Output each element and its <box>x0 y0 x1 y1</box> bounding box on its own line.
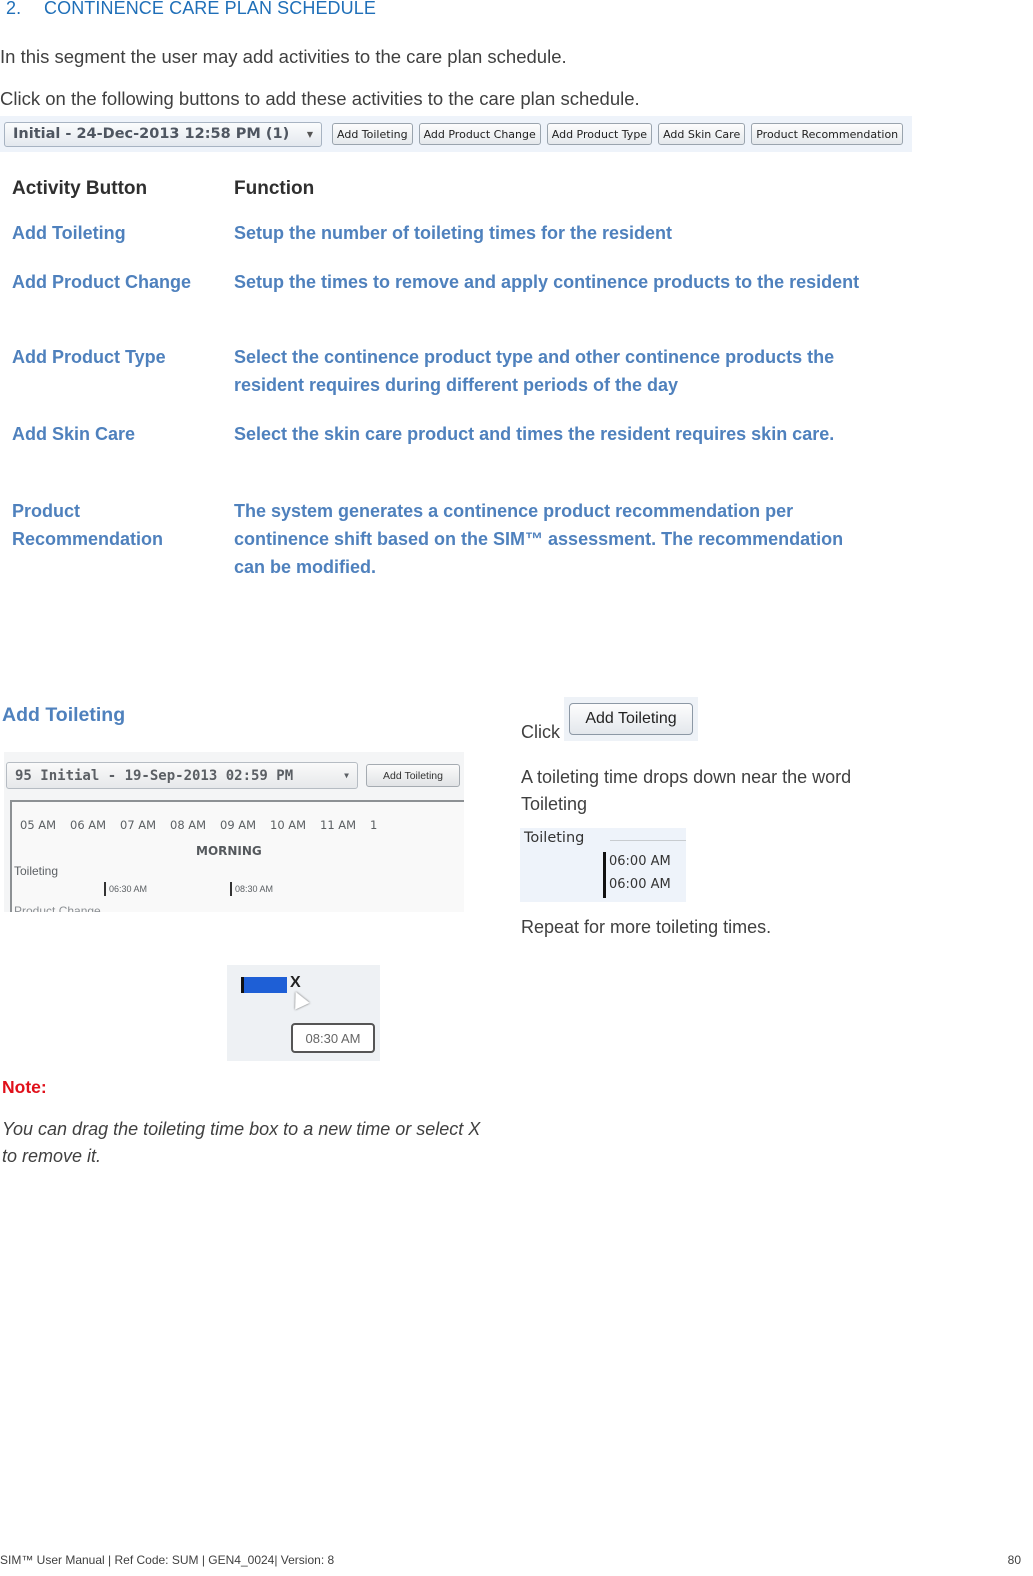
schedule-plan-select[interactable]: 95 Initial - 19-Sep-2013 02:59 PM ▼ <box>6 762 358 789</box>
toileting-row-label: Toileting <box>14 864 59 878</box>
schedule-plan-value: 95 Initial - 19-Sep-2013 02:59 PM <box>15 767 294 784</box>
period-label: MORNING <box>196 844 262 858</box>
plan-select-value: Initial - 24-Dec-2013 12:58 PM (1) <box>13 126 290 142</box>
plan-select[interactable]: Initial - 24-Dec-2013 12:58 PM (1) ▼ <box>4 121 322 147</box>
toileting-label: Toileting <box>524 830 585 846</box>
table-cell-function: Select the continence product type and o… <box>234 347 835 395</box>
page-footer: SIM™ User Manual | Ref Code: SUM | GEN4_… <box>0 1553 1033 1567</box>
table-header-function: Function <box>234 178 315 199</box>
table-cell-function: Setup the number of toileting times for … <box>234 223 673 243</box>
care-plan-toolbar-screenshot: Initial - 24-Dec-2013 12:58 PM (1) ▼ Add… <box>0 116 912 152</box>
toileting-description: A toileting time drops down near the wor… <box>521 767 852 814</box>
table-cell-button: Add Skin Care <box>12 424 136 444</box>
add-toileting-button[interactable]: Add Toileting <box>569 703 693 735</box>
divider <box>610 840 686 841</box>
hour-label: 09 AM <box>220 818 257 832</box>
hour-label: 05 AM <box>20 818 57 832</box>
chevron-down-icon: ▼ <box>344 771 349 780</box>
note-text: You can drag the toileting time box to a… <box>2 1119 481 1166</box>
time-tooltip: 08:30 AM <box>291 1023 375 1053</box>
add-product-type-button[interactable]: Add Product Type <box>546 123 653 145</box>
click-instruction: Click Add Toileting <box>521 697 698 742</box>
hour-label: 1 <box>370 818 378 832</box>
product-recommendation-button[interactable]: Product Recommendation <box>751 123 904 145</box>
instruction-paragraph: Click on the following buttons to add th… <box>0 88 640 109</box>
schedule-grid: 05 AM 06 AM 07 AM 08 AM 09 AM 10 AM 11 A… <box>10 800 464 912</box>
intro-paragraph: In this segment the user may add activit… <box>0 46 567 67</box>
add-toileting-heading: Add Toileting <box>2 704 126 726</box>
schedule-screenshot: 95 Initial - 19-Sep-2013 02:59 PM ▼ Add … <box>4 752 464 912</box>
table-header-activity: Activity Button <box>12 178 148 199</box>
page-number: 80 <box>1007 1553 1021 1567</box>
chevron-down-icon: ▼ <box>306 129 313 139</box>
table-cell-button: Add Toileting <box>12 223 126 243</box>
toileting-time[interactable]: 06:00 AM <box>609 877 671 892</box>
hour-header: 05 AM 06 AM 07 AM 08 AM 09 AM 10 AM 11 A… <box>20 818 420 832</box>
table-cell-button: Add Product Change <box>12 272 191 292</box>
heading-title: CONTINENCE CARE PLAN SCHEDULE <box>44 0 376 18</box>
repeat-instruction: Repeat for more toileting times. <box>521 917 772 937</box>
drag-time-screenshot: X 08:30 AM <box>227 965 380 1061</box>
selected-time-box[interactable] <box>241 977 287 993</box>
add-product-change-button[interactable]: Add Product Change <box>418 123 541 145</box>
note-label: Note: <box>2 1077 47 1097</box>
toileting-time-box[interactable]: 08:30 AM <box>230 882 273 896</box>
table-cell-function: Select the skin care product and times t… <box>234 424 835 444</box>
heading-number: 2. <box>6 0 22 18</box>
hour-label: 07 AM <box>120 818 157 832</box>
hour-label: 10 AM <box>270 818 307 832</box>
table-cell-button: Product Recommendation <box>12 501 164 549</box>
footer-text: SIM™ User Manual | Ref Code: SUM | GEN4_… <box>0 1553 335 1567</box>
hour-label: 11 AM <box>320 818 357 832</box>
schedule-add-toileting-button[interactable]: Add Toileting <box>366 764 460 787</box>
time-marker <box>603 852 606 898</box>
click-label: Click <box>521 722 560 742</box>
table-cell-function: The system generates a continence produc… <box>234 501 844 577</box>
table-cell-function: Setup the times to remove and apply cont… <box>234 272 860 292</box>
hour-label: 06 AM <box>70 818 107 832</box>
product-change-row-label: Product Change <box>14 904 101 912</box>
toileting-time-box[interactable]: 06:30 AM <box>104 882 147 896</box>
add-skin-care-button[interactable]: Add Skin Care <box>658 123 746 145</box>
section-heading: 2. CONTINENCE CARE PLAN SCHEDULE <box>6 0 376 19</box>
add-toileting-button[interactable]: Add Toileting <box>332 123 413 145</box>
toileting-time[interactable]: 06:00 AM <box>609 854 671 869</box>
hour-label: 08 AM <box>170 818 207 832</box>
add-toileting-button-image: Add Toileting <box>564 697 698 741</box>
table-cell-button: Add Product Type <box>12 347 166 367</box>
toileting-preview-screenshot: Toileting 06:00 AM 06:00 AM <box>520 828 686 902</box>
